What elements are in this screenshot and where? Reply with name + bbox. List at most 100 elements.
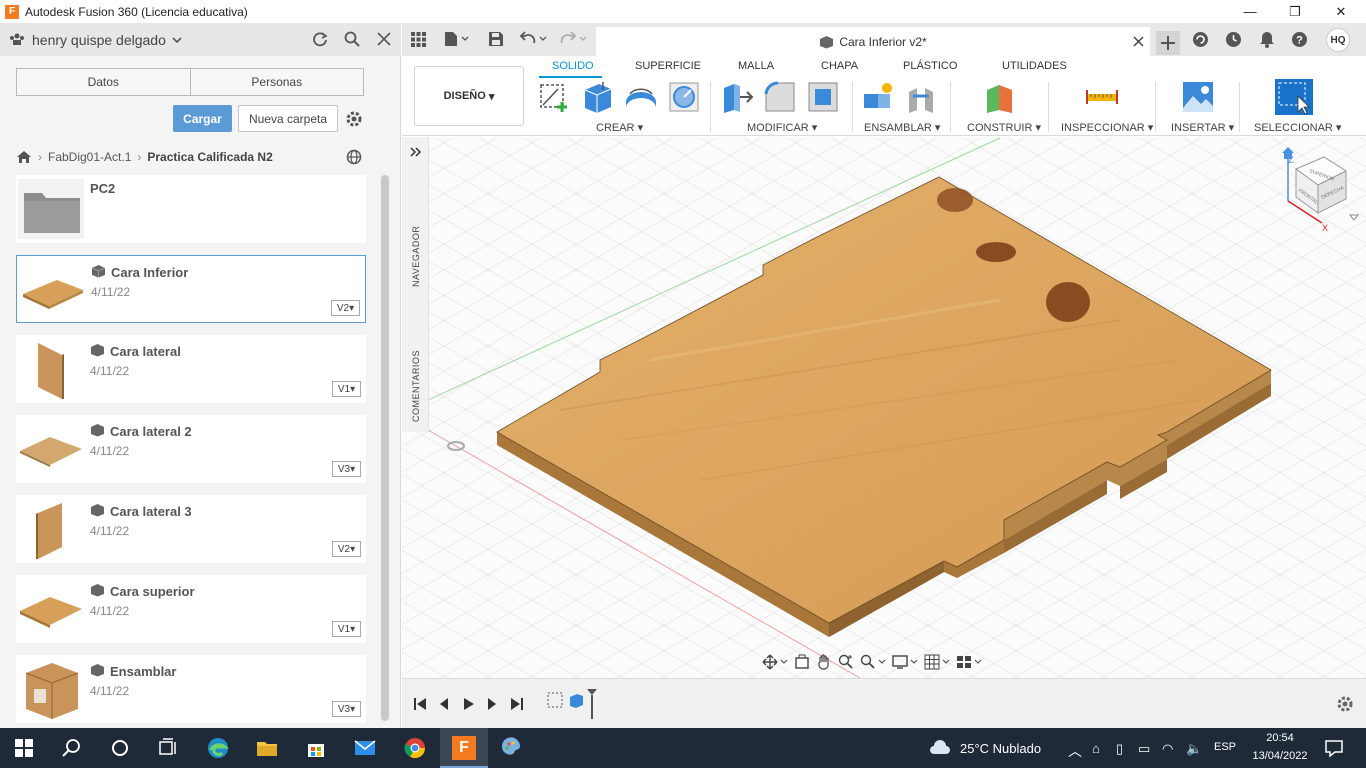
volume-icon[interactable]: 🔈 — [1186, 741, 1202, 757]
version-dropdown[interactable]: V1 ▾ — [332, 381, 361, 397]
display-settings-icon[interactable] — [892, 654, 918, 670]
clock-icon[interactable] — [1225, 31, 1242, 48]
version-dropdown[interactable]: V3 ▾ — [332, 461, 361, 477]
version-dropdown[interactable]: V3 ▾ — [332, 701, 361, 717]
viewports-icon[interactable] — [956, 654, 982, 670]
modificar-group-label[interactable]: MODIFICAR ▾ — [747, 121, 817, 134]
close-button[interactable]: ✕ — [1318, 0, 1364, 23]
task-view-icon[interactable] — [156, 736, 180, 760]
version-dropdown[interactable]: V1 ▾ — [332, 621, 361, 637]
notification-center-icon[interactable] — [1322, 736, 1346, 760]
tab-solido[interactable]: SOLIDO — [552, 60, 594, 72]
refresh-icon[interactable] — [312, 31, 328, 47]
close-panel-icon[interactable] — [377, 32, 391, 46]
viewcube[interactable]: Z X SUPERIOR FRONTAL DERECHA — [1274, 141, 1366, 241]
crear-group-label[interactable]: CREAR ▾ — [596, 121, 643, 134]
file-explorer-icon[interactable] — [255, 736, 279, 760]
tab-personas[interactable]: Personas — [189, 69, 364, 95]
close-tab-icon[interactable] — [1133, 36, 1144, 47]
inspeccionar-group-label[interactable]: INSPECCIONAR ▾ — [1061, 121, 1153, 134]
fit-icon[interactable] — [860, 654, 886, 670]
step-forward-icon[interactable] — [484, 696, 500, 712]
shell-icon[interactable] — [806, 80, 840, 114]
chrome-icon[interactable] — [403, 736, 427, 760]
new-folder-button[interactable]: Nueva carpeta — [238, 105, 338, 132]
go-to-start-icon[interactable] — [412, 696, 428, 712]
create-sketch-icon[interactable] — [538, 80, 572, 114]
job-status-icon[interactable] — [1192, 31, 1209, 48]
search-icon[interactable] — [344, 31, 360, 47]
tab-superficie[interactable]: SUPERFICIE — [635, 60, 701, 72]
battery-icon[interactable]: ▭ — [1138, 741, 1150, 757]
workspace-switcher[interactable]: DISEÑO ▾ — [414, 66, 524, 126]
measure-icon[interactable] — [1085, 80, 1119, 114]
tab-chapa[interactable]: CHAPA — [821, 60, 858, 72]
tab-datos[interactable]: Datos — [17, 69, 190, 95]
language-indicator[interactable]: ESP — [1214, 741, 1236, 753]
extrude-icon[interactable] — [581, 80, 615, 114]
look-at-icon[interactable] — [794, 654, 810, 670]
undo-icon[interactable] — [520, 31, 550, 47]
clock-date[interactable]: 13/04/2022 — [1249, 750, 1311, 762]
model-canvas[interactable] — [402, 137, 1366, 678]
comments-label[interactable]: COMENTARIOS — [411, 350, 421, 422]
sweep-icon[interactable] — [667, 80, 701, 114]
home-icon[interactable] — [16, 150, 32, 164]
clock-time[interactable]: 20:54 — [1252, 732, 1308, 744]
joint-icon[interactable] — [905, 80, 939, 114]
press-pull-icon[interactable] — [720, 80, 754, 114]
windows-start-icon[interactable] — [12, 736, 36, 760]
list-item[interactable]: Ensamblar 4/11/22 V3 ▾ — [16, 655, 366, 723]
help-icon[interactable]: ? — [1291, 31, 1308, 48]
globe-settings-icon[interactable] — [346, 149, 362, 165]
new-tab-icon[interactable] — [1156, 31, 1180, 55]
team-icon[interactable] — [9, 33, 25, 45]
go-to-end-icon[interactable] — [509, 696, 525, 712]
chevron-up-icon[interactable]: ︿ — [1068, 741, 1082, 761]
paint-app-icon[interactable] — [500, 736, 524, 760]
breadcrumb-project[interactable]: FabDig01-Act.1 — [48, 150, 131, 164]
list-item[interactable]: Cara superior 4/11/22 V1 ▾ — [16, 575, 366, 643]
edge-browser-icon[interactable] — [206, 736, 230, 760]
timeline-settings-gear-icon[interactable] — [1336, 695, 1354, 713]
user-avatar[interactable]: HQ — [1326, 28, 1350, 52]
weather-text[interactable]: 25°C Nublado — [960, 741, 1041, 756]
grid-menu-icon[interactable] — [411, 32, 426, 47]
ensamblar-group-label[interactable]: ENSAMBLAR ▾ — [864, 121, 940, 134]
insert-image-icon[interactable] — [1181, 80, 1215, 114]
document-tab[interactable]: Cara Inferior v2* — [596, 27, 1150, 56]
chevron-down-icon[interactable] — [172, 36, 182, 44]
minimize-button[interactable]: — — [1227, 0, 1273, 23]
list-item[interactable]: Cara lateral 3 4/11/22 V2 ▾ — [16, 495, 366, 563]
insertar-group-label[interactable]: INSERTAR ▾ — [1171, 121, 1234, 134]
redo-icon[interactable] — [560, 31, 590, 47]
maximize-button[interactable]: ❐ — [1272, 0, 1318, 23]
save-icon[interactable] — [488, 31, 504, 47]
construir-group-label[interactable]: CONSTRUIR ▾ — [967, 121, 1041, 134]
wifi-icon[interactable]: ◠ — [1162, 741, 1173, 757]
list-item[interactable]: Cara Inferior 4/11/22 V2 ▾ — [16, 255, 366, 323]
offset-plane-icon[interactable] — [984, 80, 1018, 114]
timeline-marker[interactable] — [586, 688, 598, 720]
list-item[interactable]: Cara lateral 4/11/22 V1 ▾ — [16, 335, 366, 403]
list-item[interactable]: Cara lateral 2 4/11/22 V3 ▾ — [16, 415, 366, 483]
mail-icon[interactable] — [353, 736, 377, 760]
file-menu-icon[interactable] — [444, 31, 470, 47]
tab-utilidades[interactable]: UTILIDADES — [1002, 60, 1067, 72]
step-back-icon[interactable] — [436, 696, 452, 712]
new-component-icon[interactable] — [862, 80, 896, 114]
notifications-bell-icon[interactable] — [1259, 31, 1275, 48]
tab-plastico[interactable]: PLÁSTICO — [903, 60, 957, 72]
upload-button[interactable]: Cargar — [173, 105, 232, 132]
cortana-icon[interactable] — [108, 736, 132, 760]
canvas-viewport[interactable]: Z X SUPERIOR FRONTAL DERECHA — [402, 137, 1366, 678]
tab-malla[interactable]: MALLA — [738, 60, 774, 72]
pan-hand-icon[interactable] — [816, 654, 832, 670]
seleccionar-group-label[interactable]: SELECCIONAR ▾ — [1254, 121, 1341, 134]
meet-now-icon[interactable]: ⌂ — [1092, 741, 1100, 756]
grid-settings-icon[interactable] — [924, 654, 950, 670]
revolve-icon[interactable] — [624, 80, 658, 114]
fillet-icon[interactable] — [763, 80, 797, 114]
expand-browser-icon[interactable] — [410, 147, 422, 157]
breadcrumb-folder[interactable]: Practica Calificada N2 — [147, 150, 272, 164]
